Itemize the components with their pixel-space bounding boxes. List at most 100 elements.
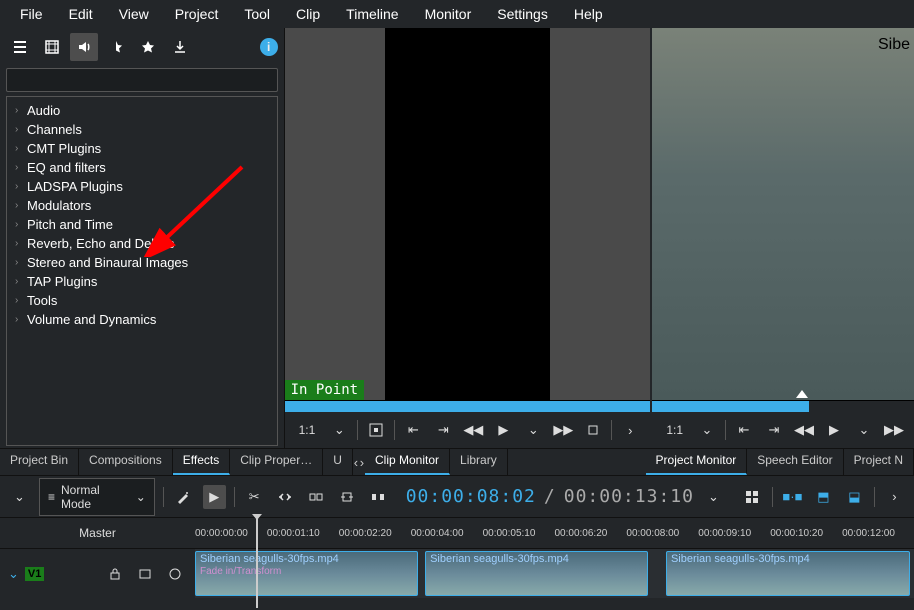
tree-item-tap[interactable]: ›TAP Plugins [7, 272, 277, 291]
list-icon[interactable] [6, 33, 34, 61]
project-monitor: Sibe 1:1 ⌄ ⇤ ⇥ ◀◀ ▶ ⌄ ▶▶ [652, 28, 914, 448]
tree-item-pitch[interactable]: ›Pitch and Time [7, 215, 277, 234]
chevron-down-icon[interactable]: ⌄ [521, 418, 545, 442]
tab-clip-monitor[interactable]: Clip Monitor [365, 449, 450, 475]
star-icon[interactable] [134, 33, 162, 61]
timeline: Master 00:00:00:00 00:00:01:10 00:00:02:… [0, 518, 914, 610]
mix-icon[interactable]: ⬒ [812, 485, 835, 509]
chevron-down-icon[interactable]: ⌄ [852, 418, 876, 442]
tab-project-monitor[interactable]: Project Monitor [646, 449, 748, 475]
chevron-down-icon[interactable]: ⌄ [695, 418, 719, 442]
timeline-clip[interactable]: Siberian seagulls-30fps.mp4 [425, 551, 648, 596]
chevron-down-icon[interactable]: ⌄ [8, 485, 31, 509]
tab-library[interactable]: Library [450, 449, 508, 475]
timecode-position[interactable]: 00:00:08:02 [406, 486, 536, 507]
rewind-icon[interactable]: ◀◀ [792, 418, 816, 442]
timeline-clip[interactable]: Siberian seagulls-30fps.mp4 Fade in/Tran… [195, 551, 418, 596]
menu-edit[interactable]: Edit [57, 4, 105, 24]
in-point-icon[interactable]: ⇤ [401, 418, 425, 442]
next-icon[interactable]: › [883, 485, 906, 509]
play-icon[interactable]: ▶ [491, 418, 515, 442]
composite-icon[interactable]: ⬓ [843, 485, 866, 509]
film-icon[interactable] [38, 33, 66, 61]
chevron-down-icon[interactable]: ⌄ [702, 485, 725, 509]
tab-undo[interactable]: U [323, 449, 353, 475]
overwrite-icon[interactable] [336, 485, 359, 509]
timeline-clip[interactable]: Siberian seagulls-30fps.mp4 [666, 551, 910, 596]
out-point-icon[interactable]: ⇥ [762, 418, 786, 442]
forward-icon[interactable]: ▶▶ [882, 418, 906, 442]
menu-settings[interactable]: Settings [485, 4, 560, 24]
tree-item-stereo[interactable]: ›Stereo and Binaural Images [7, 253, 277, 272]
chevron-right-icon: › [15, 257, 27, 268]
project-monitor-view[interactable]: Sibe [652, 28, 914, 400]
lock-icon[interactable] [103, 562, 127, 586]
tab-project-bin[interactable]: Project Bin [0, 449, 79, 475]
tree-item-channels[interactable]: ›Channels [7, 120, 277, 139]
cut-icon[interactable]: ✂ [243, 485, 266, 509]
star-half-icon[interactable] [102, 33, 130, 61]
timeline-ruler[interactable]: 00:00:00:00 00:00:01:10 00:00:02:20 00:0… [195, 518, 914, 548]
zoom-select[interactable]: 1:1 [660, 421, 689, 439]
monitor-preview-image: Sibe [652, 28, 914, 400]
tab-compositions[interactable]: Compositions [79, 449, 173, 475]
pointer-icon[interactable]: ▶ [203, 485, 226, 509]
tree-item-audio[interactable]: ›Audio [7, 101, 277, 120]
menu-monitor[interactable]: Monitor [413, 4, 484, 24]
clip-monitor-view[interactable]: In Point [285, 28, 651, 400]
in-point-icon[interactable]: ⇤ [732, 418, 756, 442]
menu-tool[interactable]: Tool [232, 4, 282, 24]
grid-icon[interactable] [741, 485, 764, 509]
track-header[interactable]: ⌄ V1 [0, 549, 195, 598]
tree-item-modulators[interactable]: ›Modulators [7, 196, 277, 215]
menu-view[interactable]: View [107, 4, 161, 24]
tree-item-ladspa[interactable]: ›LADSPA Plugins [7, 177, 277, 196]
menu-file[interactable]: File [8, 4, 55, 24]
mute-icon[interactable] [163, 562, 187, 586]
tree-item-volume[interactable]: ›Volume and Dynamics [7, 310, 277, 329]
next-icon[interactable]: › [618, 418, 642, 442]
tab-clip-properties[interactable]: Clip Proper… [230, 449, 323, 475]
film-icon[interactable] [133, 562, 157, 586]
project-monitor-ruler[interactable] [652, 400, 914, 412]
chevron-down-icon[interactable]: ⌄ [8, 566, 19, 582]
menu-timeline[interactable]: Timeline [334, 4, 410, 24]
audio-icon[interactable] [70, 33, 98, 61]
effects-search-input[interactable] [6, 68, 278, 92]
tab-speech-editor[interactable]: Speech Editor [747, 449, 843, 475]
stop-fullscreen-icon[interactable] [364, 418, 388, 442]
chevron-right-icon: › [15, 181, 27, 192]
zoom-select[interactable]: 1:1 [293, 421, 322, 439]
insert-icon[interactable] [305, 485, 328, 509]
effects-panel: i ›Audio ›Channels ›CMT Plugins ›EQ and … [0, 28, 285, 448]
tree-item-cmt[interactable]: ›CMT Plugins [7, 139, 277, 158]
info-icon[interactable]: i [260, 38, 278, 56]
play-icon[interactable]: ▶ [822, 418, 846, 442]
out-point-icon[interactable]: ⇥ [431, 418, 455, 442]
clip-monitor-ruler[interactable] [285, 400, 651, 412]
master-track-label[interactable]: Master [0, 518, 195, 548]
edit-mode-select[interactable]: ≡ Normal Mode ⌄ [39, 478, 155, 516]
clip-monitor-controls: 1:1 ⌄ ⇤ ⇥ ◀◀ ▶ ⌄ ▶▶ › [285, 412, 651, 448]
marker-icon [796, 390, 808, 398]
extract-icon[interactable] [367, 485, 390, 509]
tree-item-reverb[interactable]: ›Reverb, Echo and Delays [7, 234, 277, 253]
track-name-badge[interactable]: V1 [25, 567, 44, 581]
crop-icon[interactable] [581, 418, 605, 442]
align-icon[interactable]: ■·■ [781, 485, 804, 509]
track-content[interactable]: Siberian seagulls-30fps.mp4 Fade in/Tran… [195, 549, 914, 598]
menu-help[interactable]: Help [562, 4, 615, 24]
playhead[interactable] [256, 518, 258, 608]
menu-project[interactable]: Project [163, 4, 231, 24]
tab-effects[interactable]: Effects [173, 449, 230, 475]
menu-clip[interactable]: Clip [284, 4, 332, 24]
spacer-icon[interactable] [274, 485, 297, 509]
rewind-icon[interactable]: ◀◀ [461, 418, 485, 442]
tab-project-notes[interactable]: Project N [844, 449, 914, 475]
download-icon[interactable] [166, 33, 194, 61]
wand-icon[interactable] [172, 485, 195, 509]
chevron-down-icon[interactable]: ⌄ [327, 418, 351, 442]
tree-item-eq[interactable]: ›EQ and filters [7, 158, 277, 177]
tree-item-tools[interactable]: ›Tools [7, 291, 277, 310]
forward-icon[interactable]: ▶▶ [551, 418, 575, 442]
